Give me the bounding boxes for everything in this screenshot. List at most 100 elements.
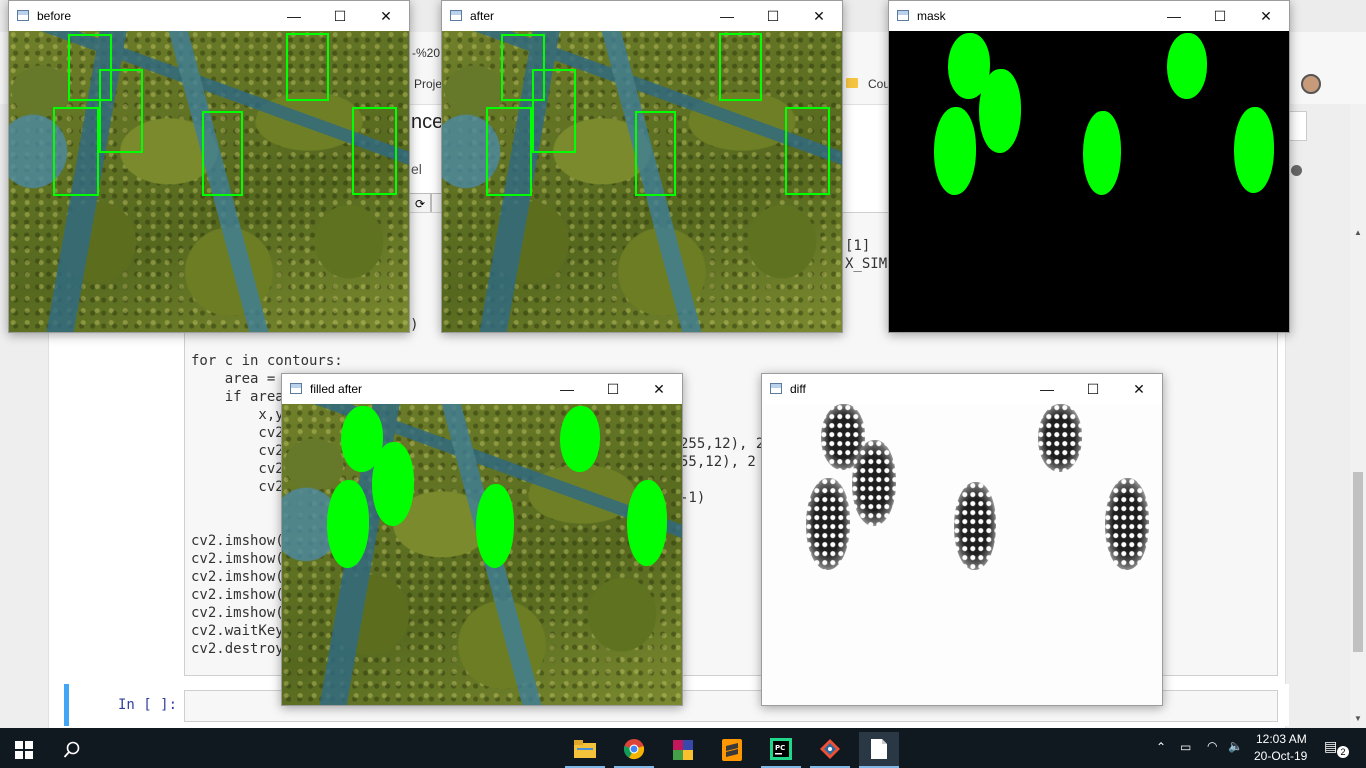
titlebar[interactable]: after — ☐ ✕ <box>442 1 842 31</box>
detection-box <box>202 111 243 196</box>
scroll-up-icon[interactable]: ▲ <box>1352 228 1364 238</box>
scroll-down-icon[interactable]: ▼ <box>1352 714 1364 724</box>
code-line: cv2.destroy <box>191 641 284 657</box>
code-line: x,y <box>191 407 284 423</box>
code-fragment: 55,12), 2 <box>680 454 756 470</box>
start-button[interactable] <box>4 732 44 768</box>
close-button[interactable]: ✕ <box>636 374 682 404</box>
window-before[interactable]: before — ☐ ✕ <box>8 0 410 333</box>
diff-region <box>852 440 896 526</box>
notification-badge: 2 <box>1337 746 1349 758</box>
code-line: cv2 <box>191 425 284 441</box>
winrar-icon <box>673 740 693 760</box>
window-title: mask <box>917 9 946 23</box>
close-button[interactable]: ✕ <box>363 1 409 31</box>
mask-region <box>1083 111 1121 195</box>
minimize-button[interactable]: — <box>1024 374 1070 404</box>
volume-icon[interactable]: 🔈 <box>1228 739 1243 753</box>
svg-text:PC: PC <box>775 744 785 752</box>
detection-box <box>286 33 329 101</box>
image-diff <box>762 404 1162 705</box>
window-title: before <box>37 9 72 23</box>
scrollbar[interactable]: ▲ ▼ <box>1350 104 1366 728</box>
detection-box <box>785 107 830 195</box>
close-button[interactable]: ✕ <box>1116 374 1162 404</box>
windows-logo-icon <box>15 741 33 759</box>
tab-fragment[interactable]: el <box>411 161 422 177</box>
git-icon <box>820 739 840 759</box>
detection-box <box>486 107 532 196</box>
diff-region <box>954 482 996 570</box>
detection-box <box>99 69 143 153</box>
code-line: cv2 <box>191 479 284 495</box>
window-title: filled after <box>310 382 363 396</box>
kernel-status-icon <box>1291 165 1302 176</box>
maximize-button[interactable]: ☐ <box>590 374 636 404</box>
code-line: cv2 <box>191 461 284 477</box>
taskbar-notepad[interactable] <box>859 732 899 768</box>
search-button[interactable] <box>52 732 92 768</box>
window-diff[interactable]: diff — ☐ ✕ <box>761 373 1163 706</box>
partial-url: -%20 <box>412 46 441 60</box>
minimize-button[interactable]: — <box>544 374 590 404</box>
scroll-thumb[interactable] <box>1353 472 1363 652</box>
minimize-button[interactable]: — <box>271 1 317 31</box>
avatar[interactable] <box>1301 74 1321 94</box>
taskbar-git[interactable] <box>810 732 850 768</box>
window-title: diff <box>790 382 806 396</box>
taskbar-sublime-text[interactable] <box>712 732 752 768</box>
filled-region <box>372 442 414 526</box>
maximize-button[interactable]: ☐ <box>750 1 796 31</box>
diff-region <box>806 478 850 570</box>
filled-region <box>327 480 369 568</box>
window-mask[interactable]: mask — ☐ ✕ <box>888 0 1290 333</box>
clock-time[interactable]: 12:03 AM <box>1256 732 1307 746</box>
taskbar-chrome[interactable] <box>614 732 654 768</box>
titlebar[interactable]: filled after — ☐ ✕ <box>282 374 682 404</box>
window-filled-after[interactable]: filled after — ☐ ✕ <box>281 373 683 706</box>
code-fragment: [1] <box>845 238 871 254</box>
diff-region <box>1038 404 1082 472</box>
battery-icon[interactable]: ▭ <box>1180 740 1191 754</box>
chrome-icon <box>623 739 645 760</box>
taskbar-pycharm[interactable]: PC <box>761 732 801 768</box>
wifi-icon[interactable]: ◠ <box>1207 739 1217 753</box>
maximize-button[interactable]: ☐ <box>317 1 363 31</box>
taskbar-winrar[interactable] <box>663 732 703 768</box>
filled-region <box>627 480 667 566</box>
image-mask <box>889 31 1289 332</box>
mask-region <box>934 107 976 195</box>
close-button[interactable]: ✕ <box>1243 1 1289 31</box>
document-icon <box>871 739 887 759</box>
close-button[interactable]: ✕ <box>796 1 842 31</box>
folder-icon <box>574 740 596 758</box>
window-after[interactable]: after — ☐ ✕ <box>441 0 843 333</box>
titlebar[interactable]: mask — ☐ ✕ <box>889 1 1289 31</box>
app-window-icon <box>897 10 909 21</box>
page-heading: nce <box>411 111 444 133</box>
notification-icon[interactable]: ▤ <box>1324 738 1337 755</box>
minimize-button[interactable]: — <box>704 1 750 31</box>
cell-prompt: In [ ]: <box>118 697 178 713</box>
taskbar-file-explorer[interactable] <box>565 732 605 768</box>
clock-date[interactable]: 20-Oct-19 <box>1254 749 1307 763</box>
code-fragment: -1) <box>680 490 706 506</box>
detection-box <box>719 33 762 101</box>
taskbar: PC ⌃ ▭ ◠ 🔈 12:03 AM 20-Oct-19 ▤ 2 <box>0 728 1366 768</box>
code-line: cv2.imshow( <box>191 533 284 549</box>
bookmark-courses[interactable]: Cou <box>868 77 890 91</box>
bookmark-projects[interactable]: Proje <box>414 77 442 91</box>
code-line: cv2.imshow( <box>191 551 284 567</box>
maximize-button[interactable]: ☐ <box>1070 374 1116 404</box>
chevron-up-icon[interactable]: ⌃ <box>1156 740 1166 754</box>
sublime-text-icon <box>722 739 742 761</box>
search-icon <box>63 741 80 758</box>
titlebar[interactable]: before — ☐ ✕ <box>9 1 409 31</box>
filled-region <box>476 484 514 568</box>
pycharm-icon: PC <box>770 738 792 760</box>
image-filled-after <box>282 404 682 705</box>
titlebar[interactable]: diff — ☐ ✕ <box>762 374 1162 404</box>
minimize-button[interactable]: — <box>1151 1 1197 31</box>
maximize-button[interactable]: ☐ <box>1197 1 1243 31</box>
detection-box <box>352 107 397 195</box>
